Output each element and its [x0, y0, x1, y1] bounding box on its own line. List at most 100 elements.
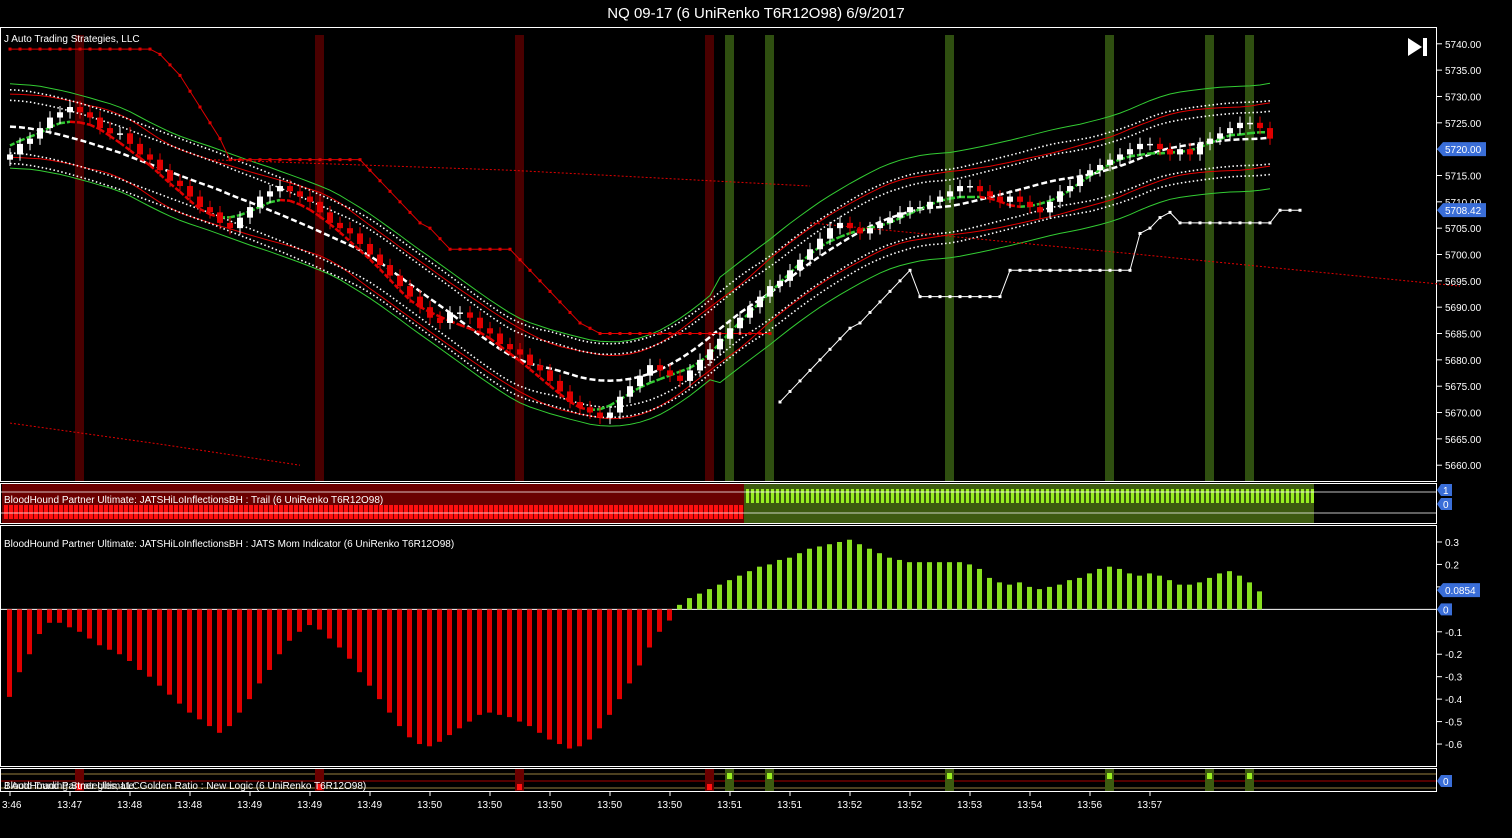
- mom-bar-20: [207, 609, 212, 727]
- trail-green-bar: [1131, 489, 1134, 503]
- price-tick-7: 5705.00: [1445, 224, 1482, 235]
- trail-green-bar: [1011, 489, 1014, 503]
- candle-body-7: [77, 107, 83, 113]
- candle-body-120: [1207, 138, 1213, 144]
- trail-green-bar: [1266, 489, 1269, 503]
- price-tick-8: 5700.00: [1445, 251, 1482, 262]
- candle-body-43: [437, 317, 443, 323]
- candle-body-105: [1057, 191, 1063, 202]
- mom-bar-74: [747, 571, 752, 610]
- trail-red-bar: [464, 505, 468, 519]
- mom-bar-122: [1227, 571, 1232, 610]
- trail-red-bar: [574, 505, 578, 519]
- mom-bar-90: [907, 562, 912, 610]
- mom-bar-82: [827, 544, 832, 610]
- mom-bar-55: [557, 609, 562, 745]
- candle-body-53: [537, 365, 543, 371]
- trail-red-bar: [559, 505, 563, 519]
- trail-red-bar: [334, 505, 338, 519]
- candle-body-11: [117, 133, 123, 135]
- trail-red-bar: [514, 505, 518, 519]
- candle-body-122: [1227, 128, 1233, 134]
- trail-green-bar: [926, 489, 929, 503]
- mom-tick-1: 0.2: [1445, 560, 1459, 571]
- trail-green-bar: [1246, 489, 1249, 503]
- trail-red-bar: [184, 505, 188, 519]
- mom-value-tag: 0.0854: [1445, 586, 1476, 597]
- mom-panel-title: BloodHound Partner Ultimate: JATSHiLoInf…: [4, 539, 454, 550]
- candle-body-4: [47, 117, 53, 129]
- mom-bar-14: [147, 609, 152, 677]
- trail-red-bar: [429, 505, 433, 519]
- trail-green-bar: [1146, 489, 1149, 503]
- trail-green-bar: [1086, 489, 1089, 503]
- golden-zone-5: [765, 769, 774, 791]
- time-tick-0: 3:46: [2, 800, 22, 811]
- mom-bar-106: [1067, 580, 1072, 610]
- candle-body-16: [167, 170, 173, 181]
- trail-red-bar: [59, 505, 63, 519]
- trail-green-bar: [1191, 489, 1194, 503]
- candle-body-99: [997, 196, 1003, 202]
- trail-green-bar: [1136, 489, 1139, 503]
- trail-red-bar: [719, 505, 723, 519]
- candle-body-27: [277, 186, 283, 192]
- candle-body-51: [517, 349, 523, 355]
- trail-green-bar: [826, 489, 829, 503]
- candle-body-82: [827, 228, 833, 239]
- trail-red-bar: [289, 505, 293, 519]
- mom-bar-111: [1117, 568, 1122, 610]
- trail-red-bar: [259, 505, 263, 519]
- candle-body-113: [1137, 143, 1143, 150]
- trail-red-bar: [659, 505, 663, 519]
- candle-body-15: [157, 159, 163, 171]
- mom-bar-68: [687, 598, 692, 610]
- mom-bar-120: [1207, 577, 1212, 610]
- mom-bar-33: [337, 609, 342, 648]
- time-tick-10: 13:50: [597, 800, 622, 811]
- trail-green-bar: [1036, 489, 1039, 503]
- time-tick-7: 13:50: [417, 800, 442, 811]
- price-tick-14: 5670.00: [1445, 409, 1482, 420]
- trend-seg-6: [59, 120, 71, 125]
- mom-bar-26: [267, 609, 272, 670]
- trail-green-bar: [916, 489, 919, 503]
- play-to-end-icon[interactable]: [1405, 36, 1429, 58]
- mom-bar-86: [867, 548, 872, 610]
- zone-green-7: [1105, 35, 1114, 481]
- candle-body-33: [337, 222, 343, 229]
- candle-body-13: [137, 143, 143, 155]
- trail-red-bar: [19, 505, 23, 519]
- candle-body-118: [1187, 149, 1193, 155]
- candle-body-19: [197, 196, 203, 208]
- mom-bar-34: [347, 609, 352, 659]
- signal-zones: [75, 35, 1254, 481]
- candle-body-72: [727, 328, 733, 339]
- mom-bar-75: [757, 566, 762, 610]
- trail-red-bar: [154, 505, 158, 519]
- time-tick-14: 13:52: [837, 800, 862, 811]
- candle-body-52: [527, 354, 533, 366]
- trail-red-bar: [644, 505, 648, 519]
- trail-green-bar: [796, 489, 799, 503]
- trail-green-bar: [751, 489, 754, 503]
- golden-marker-9: [1247, 773, 1252, 779]
- candle-body-78: [787, 270, 793, 281]
- mom-bar-17: [177, 609, 182, 704]
- trail-green-bar: [1041, 489, 1044, 503]
- trail-red-bar: [109, 505, 113, 519]
- trail-green-bar: [746, 489, 749, 503]
- trail-green-bar: [806, 489, 809, 503]
- trail-green-bar: [1231, 489, 1234, 503]
- trail-red-bar: [419, 505, 423, 519]
- mom-bar-94: [947, 562, 952, 610]
- trail-green-bar: [1241, 489, 1244, 503]
- mom-bar-76: [767, 564, 772, 610]
- trail-red-bar: [459, 505, 463, 519]
- candle-body-107: [1077, 175, 1083, 187]
- trail-red-bar: [104, 505, 108, 519]
- candle-body-94: [947, 191, 953, 197]
- trail-green-bar: [1301, 489, 1304, 503]
- chart-canvas[interactable]: 5740.00 5735.00 5730.00 5725.00 5720.00 5715.…: [0, 0, 1512, 838]
- candle-body-12: [127, 133, 133, 144]
